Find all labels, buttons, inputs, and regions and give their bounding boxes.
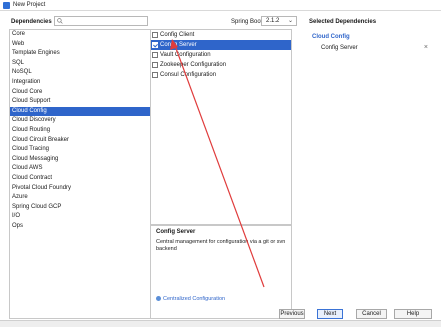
dependency-category-list[interactable]: Core Web Template Engines SQL NoSQL Integrati… <box>9 29 151 319</box>
selected-dependencies-title: Selected Dependencies <box>309 19 377 25</box>
dependency-item[interactable]: Config Server <box>151 40 291 50</box>
help-button[interactable]: Help <box>394 309 432 319</box>
category-item[interactable]: I/O <box>10 212 150 222</box>
dependency-item[interactable]: Vault Configuration <box>151 50 291 60</box>
dependency-label: Vault Configuration <box>160 52 211 58</box>
category-item[interactable]: NoSQL <box>10 68 150 78</box>
category-item[interactable]: Cloud Support <box>10 97 150 107</box>
category-item[interactable]: Cloud Core <box>10 88 150 98</box>
reference-link-label: Centralized Configuration <box>163 296 226 302</box>
dependency-label: Zookeeper Configuration <box>160 62 227 68</box>
dependency-list[interactable]: Config Client Config Server Vault Configur… <box>151 29 292 225</box>
category-item[interactable]: Cloud Tracing <box>10 145 150 155</box>
category-item[interactable]: Cloud Messaging <box>10 155 150 165</box>
status-bar <box>0 320 441 327</box>
selected-dependencies-panel: Cloud Config Config Server × <box>309 29 436 319</box>
dependency-item[interactable]: Config Client <box>151 30 291 40</box>
category-item[interactable]: Integration <box>10 78 150 88</box>
description-title: Config Server <box>156 229 196 235</box>
selected-group-title: Cloud Config <box>312 34 350 40</box>
category-item[interactable]: Ops <box>10 222 150 232</box>
category-item[interactable]: Spring Cloud GCP <box>10 203 150 213</box>
dependency-label: Config Server <box>160 42 197 48</box>
selected-dependency-item: Config Server <box>321 45 358 51</box>
category-item[interactable]: Pivotal Cloud Foundry <box>10 184 150 194</box>
spring-boot-version-select[interactable]: 2.1.2 ⌄ <box>261 16 297 26</box>
category-item[interactable]: Cloud AWS <box>10 164 150 174</box>
category-item[interactable]: Web <box>10 40 150 50</box>
reference-link[interactable]: Centralized Configuration <box>156 296 225 302</box>
dependency-search-input[interactable] <box>54 16 148 26</box>
dependency-label: Config Client <box>160 32 195 38</box>
reference-link-icon <box>156 296 161 301</box>
dependency-item[interactable]: Zookeeper Configuration <box>151 60 291 70</box>
chevron-down-icon: ⌄ <box>287 18 293 24</box>
category-item[interactable]: SQL <box>10 59 150 69</box>
close-icon[interactable]: × <box>424 44 428 51</box>
window-titlebar: New Project <box>0 0 441 11</box>
category-item[interactable]: Azure <box>10 193 150 203</box>
spring-boot-version-value: 2.1.2 <box>266 18 280 24</box>
spring-boot-label: Spring Boot <box>231 19 263 25</box>
dependency-label: Consul Configuration <box>160 72 217 78</box>
cancel-button[interactable]: Cancel <box>356 309 387 319</box>
window-title: New Project <box>13 2 46 8</box>
dependency-checkbox[interactable] <box>152 52 158 58</box>
category-item[interactable]: Cloud Routing <box>10 126 150 136</box>
dependency-description-panel: Config Server Central management for con… <box>151 225 292 319</box>
category-item[interactable]: Template Engines <box>10 49 150 59</box>
search-icon <box>57 18 63 24</box>
dependency-checkbox[interactable] <box>152 42 158 48</box>
next-button[interactable]: Next <box>317 309 343 319</box>
dependency-item[interactable]: Consul Configuration <box>151 70 291 80</box>
dependency-checkbox[interactable] <box>152 32 158 38</box>
description-text: Central management for configuration via… <box>156 239 286 252</box>
category-item[interactable]: Cloud Discovery <box>10 116 150 126</box>
previous-button[interactable]: Previous <box>279 309 305 319</box>
category-item[interactable]: Cloud Config <box>10 106 150 117</box>
category-item[interactable]: Core <box>10 30 150 40</box>
dependency-checkbox[interactable] <box>152 72 158 78</box>
dependency-checkbox[interactable] <box>152 62 158 68</box>
dependencies-label: Dependencies <box>11 19 52 25</box>
category-item[interactable]: Cloud Contract <box>10 174 150 184</box>
category-item[interactable]: Cloud Circuit Breaker <box>10 136 150 146</box>
app-icon <box>3 2 10 9</box>
